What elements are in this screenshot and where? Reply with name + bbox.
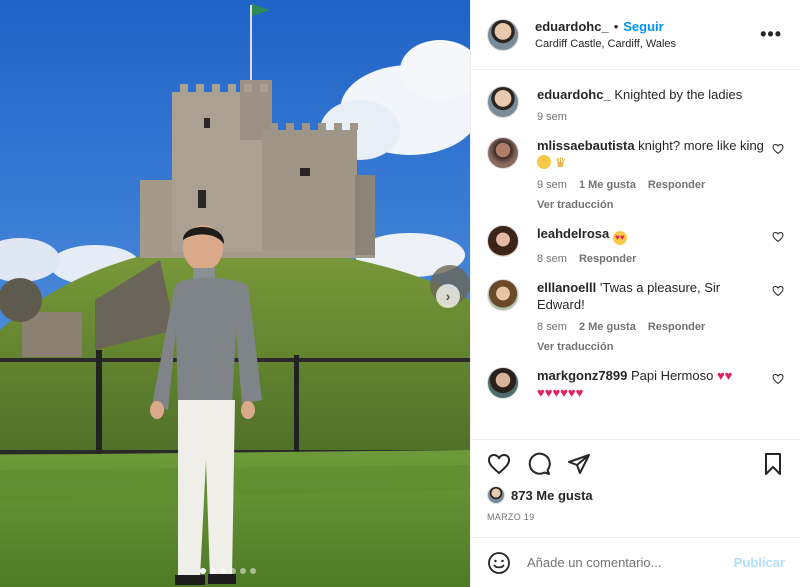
post-viewer: › eduardohc_ • Seguir Cardiff Castle, Ca…	[0, 0, 800, 587]
red-heart-emoji-icon: ♥	[575, 385, 584, 400]
caption-author-avatar[interactable]	[487, 86, 519, 118]
post-header: eduardohc_ • Seguir Cardiff Castle, Card…	[471, 0, 800, 70]
liker-avatar[interactable]	[487, 486, 505, 504]
heart-outline-icon[interactable]	[772, 285, 784, 297]
likes-count[interactable]: 873 Me gusta	[511, 488, 593, 503]
author-username[interactable]: eduardohc_	[535, 19, 609, 34]
comment-author[interactable]: elllanoelll	[537, 280, 596, 295]
author-avatar[interactable]	[487, 18, 519, 51]
post-location[interactable]: Cardiff Castle, Cardiff, Wales	[535, 38, 676, 50]
post-date[interactable]: MARZO 19	[487, 512, 785, 522]
heart-outline-icon[interactable]	[772, 231, 784, 243]
commenter-avatar[interactable]	[487, 367, 519, 399]
comment-item: markgonz7899 Papi Hermoso ♥♥ ♥♥♥♥♥♥	[487, 367, 784, 401]
comment-time[interactable]: 8 sem	[537, 253, 567, 265]
red-heart-emoji-icon: ♥	[716, 368, 725, 383]
post-photo[interactable]: ›	[0, 0, 470, 587]
chevron-right-icon: ›	[445, 288, 451, 304]
publish-button[interactable]: Publicar	[734, 555, 785, 570]
carousel-dot	[200, 568, 206, 574]
castle-photo-illustration	[0, 0, 470, 587]
crown-emoji-icon: ♛	[554, 155, 567, 170]
caption-author[interactable]: eduardohc_	[537, 87, 611, 102]
caption-text: Knighted by the ladies	[614, 87, 743, 102]
commenter-avatar[interactable]	[487, 137, 519, 169]
heart-outline-icon[interactable]	[772, 373, 784, 385]
commenter-avatar[interactable]	[487, 279, 519, 311]
comment-text: knight? more like king	[638, 138, 764, 153]
comment-input[interactable]	[527, 555, 717, 570]
red-heart-emoji-icon: ♥	[552, 385, 561, 400]
post-actions: 873 Me gusta MARZO 19	[471, 439, 800, 537]
see-translation-link[interactable]: Ver traducción	[537, 341, 767, 353]
grinning-face-emoji-icon	[537, 155, 551, 169]
post-details-panel: eduardohc_ • Seguir Cardiff Castle, Card…	[470, 0, 800, 587]
comment-composer: Publicar	[471, 537, 800, 587]
comment-author[interactable]: leahdelrosa	[537, 226, 609, 241]
comment-author[interactable]: mlissaebautista	[537, 138, 635, 153]
follow-button[interactable]: Seguir	[623, 19, 663, 34]
comment-likes[interactable]: 2 Me gusta	[579, 321, 636, 333]
caption-time[interactable]: 9 sem	[537, 111, 567, 123]
like-heart-icon[interactable]	[487, 452, 511, 476]
red-heart-emoji-icon: ♥	[567, 385, 576, 400]
comments-list[interactable]: eduardohc_ Knighted by the ladies 9 sem …	[471, 70, 800, 439]
comment-likes[interactable]: 1 Me gusta	[579, 179, 636, 191]
comment-author[interactable]: markgonz7899	[537, 368, 627, 383]
carousel-dot	[240, 568, 246, 574]
comment-time[interactable]: 9 sem	[537, 179, 567, 191]
comment-item: leahdelrosa ♥♥ 8 sem Responder	[487, 225, 784, 265]
red-heart-emoji-icon: ♥	[560, 385, 568, 400]
carousel-dot	[230, 568, 236, 574]
heart-outline-icon[interactable]	[772, 143, 784, 155]
see-translation-link[interactable]: Ver traducción	[537, 199, 767, 211]
comment-bubble-icon[interactable]	[527, 452, 551, 476]
next-photo-button[interactable]: ›	[436, 284, 460, 308]
more-options-button[interactable]: •••	[760, 24, 782, 45]
reply-button[interactable]: Responder	[579, 253, 636, 265]
caption: eduardohc_ Knighted by the ladies 9 sem	[487, 86, 784, 123]
comment-item: elllanoelll 'Twas a pleasure, Sir Edward…	[487, 279, 784, 353]
reply-button[interactable]: Responder	[648, 179, 705, 191]
comment-text: Papi Hermoso	[630, 368, 714, 383]
carousel-dot	[210, 568, 216, 574]
share-paper-plane-icon[interactable]	[567, 452, 591, 476]
emoji-picker-icon[interactable]	[487, 551, 511, 575]
heart-eyes-face-emoji-icon: ♥♥	[612, 231, 627, 245]
comment-item: mlissaebautista knight? more like king ♛…	[487, 137, 784, 211]
save-bookmark-icon[interactable]	[761, 452, 785, 476]
commenter-avatar[interactable]	[487, 225, 519, 257]
carousel-dot	[220, 568, 226, 574]
carousel-dot	[250, 568, 256, 574]
red-heart-emoji-icon: ♥	[537, 385, 545, 400]
reply-button[interactable]: Responder	[648, 321, 705, 333]
comment-time[interactable]: 8 sem	[537, 321, 567, 333]
carousel-indicator	[200, 568, 256, 574]
separator-dot: •	[613, 19, 619, 34]
red-heart-emoji-icon: ♥	[724, 368, 733, 383]
